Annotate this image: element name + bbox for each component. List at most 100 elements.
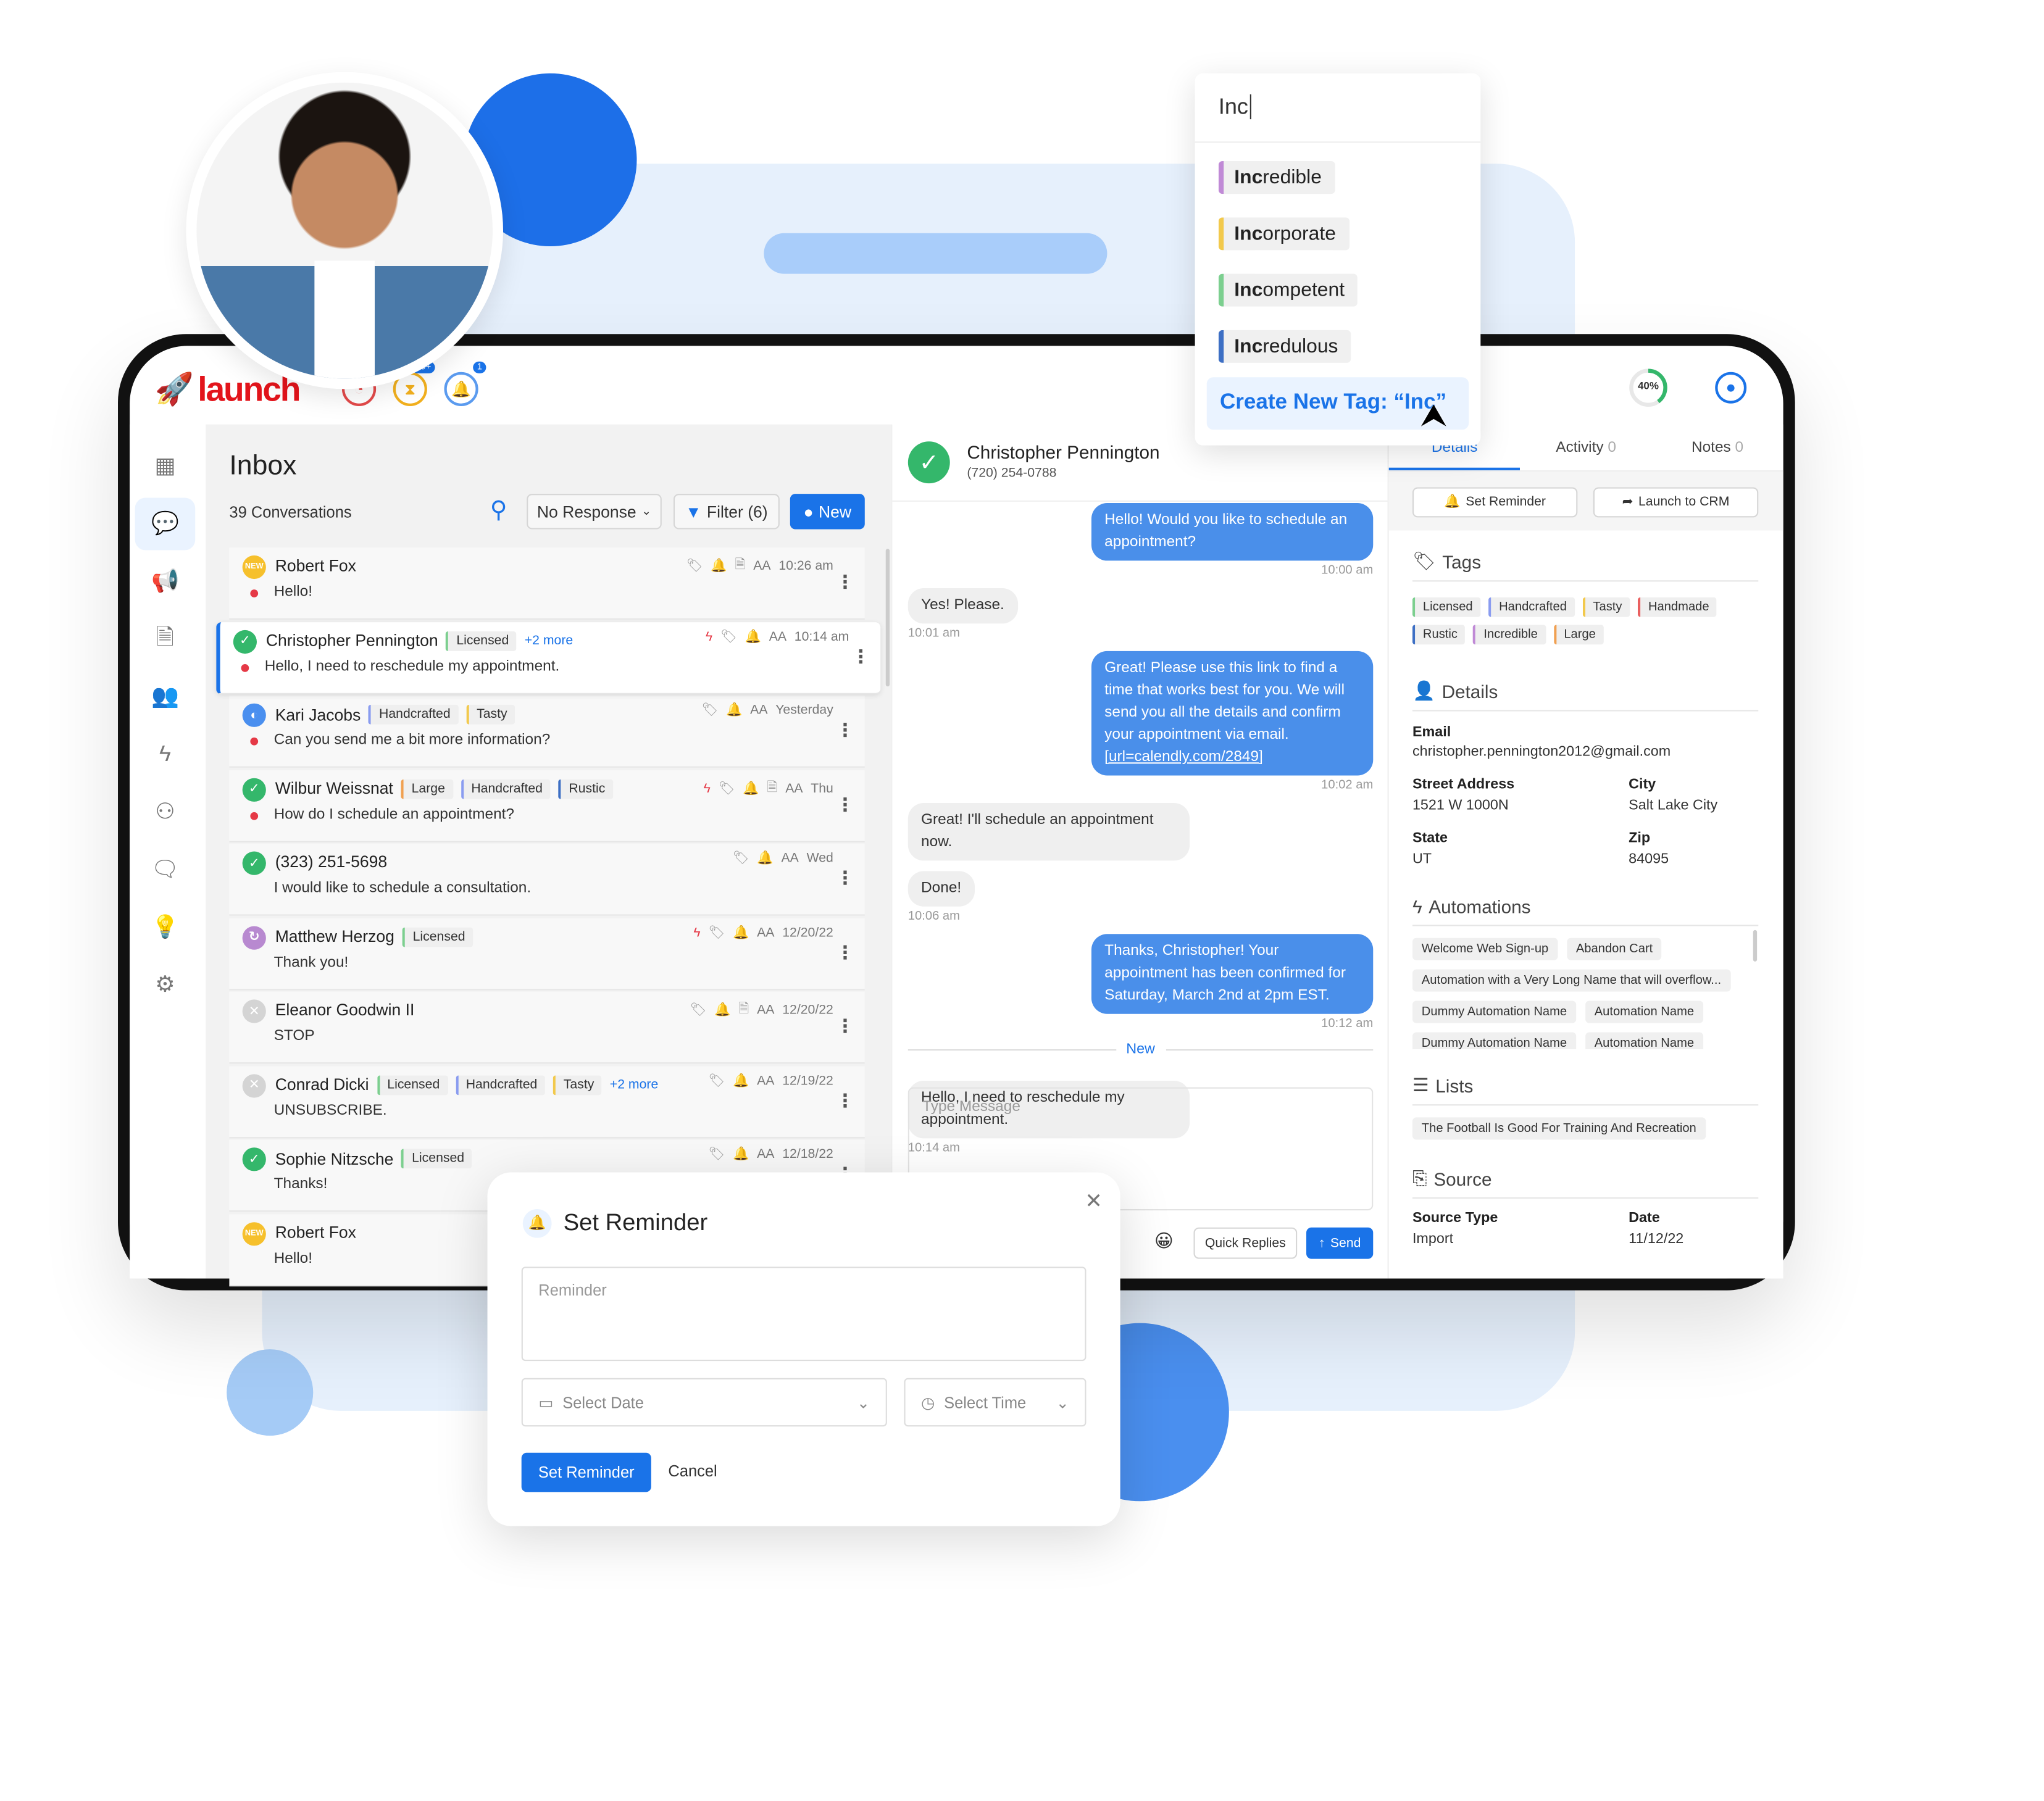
contact-name: Sophie Nitzsche — [275, 1149, 394, 1168]
tab-notes[interactable]: Notes 0 — [1652, 425, 1783, 470]
lightbulb-icon[interactable]: 💡 — [135, 901, 196, 954]
list-chip[interactable]: The Football Is Good For Training And Re… — [1412, 1117, 1706, 1140]
more-options-icon[interactable]: ⋮ — [836, 1089, 854, 1112]
emoji-icon[interactable]: 😀 — [1154, 1230, 1174, 1252]
quick-replies-button[interactable]: Quick Replies — [1193, 1227, 1298, 1259]
source-icon: ⎘ — [1412, 1167, 1427, 1189]
tag-icon: 🏷 — [732, 851, 749, 866]
document-icon[interactable]: 🗎 — [135, 613, 196, 665]
more-options-icon[interactable]: ⋮ — [836, 941, 854, 963]
conversation-row[interactable]: ✓ Wilbur Weissnat Large Handcrafted Rustic Ho… — [229, 769, 865, 842]
conversation-row[interactable]: NEW Robert Fox Hello! 🏷 🔔 🗎 AA 10:26 am ⋮ — [229, 547, 865, 620]
conversation-time: Thu — [811, 781, 833, 796]
contact-name: Christopher Pennington — [265, 631, 438, 650]
status-filter-select[interactable]: No Response ⌄ — [527, 494, 662, 530]
new-conversation-button[interactable]: ● New — [790, 494, 865, 530]
tag-chip[interactable]: Licensed — [1412, 597, 1481, 617]
tag-option[interactable]: Incompetent — [1218, 273, 1358, 307]
more-options-icon[interactable]: ⋮ — [836, 719, 854, 741]
settings-icon[interactable]: ⚙ — [135, 959, 196, 1012]
divider-label: New — [1126, 1041, 1155, 1057]
search-icon[interactable]: ⚲ — [490, 496, 507, 524]
automation-chip[interactable]: Welcome Web Sign-up — [1412, 938, 1558, 960]
email-value[interactable]: christopher.pennington2012@gmail.com — [1412, 744, 1671, 760]
scrollbar[interactable] — [1753, 930, 1758, 962]
more-options-icon[interactable]: ⋮ — [836, 867, 854, 889]
more-options-icon[interactable]: ⋮ — [836, 793, 854, 815]
tab-activity[interactable]: Activity 0 — [1520, 425, 1652, 470]
user-profile-icon[interactable]: ● — [1715, 372, 1747, 404]
automation-chip[interactable]: Dummy Automation Name — [1412, 1000, 1576, 1023]
tag-chip[interactable]: Large — [1553, 625, 1604, 645]
conversation-row[interactable]: ✕ Eleanor Goodwin II STOP 🏷 🔔 🗎 AA 12/20/22 ⋮ — [229, 991, 865, 1064]
message-text: Done! — [921, 880, 962, 896]
message-link[interactable]: [url=calendly.com/2849] — [1104, 749, 1263, 765]
tag-chip[interactable]: Handcrafted — [1488, 597, 1575, 617]
tag-chip[interactable]: Incredible — [1473, 625, 1546, 645]
conversation-row[interactable]: ✕ Conrad Dicki Licensed Handcrafted Tasty +2 … — [229, 1065, 865, 1138]
conversation-row[interactable]: ✓ (323) 251-5698 I would like to schedule … — [229, 843, 865, 916]
option-rest: redulous — [1262, 335, 1338, 358]
lightning-icon: ϟ — [705, 629, 713, 644]
logo[interactable]: 🚀 launch — [154, 370, 301, 410]
cancel-button[interactable]: Cancel — [668, 1462, 717, 1481]
tag-option[interactable]: Incredible — [1218, 161, 1335, 194]
set-reminder-button[interactable]: 🔔 Set Reminder — [1412, 487, 1578, 518]
conversation-time: 12/19/22 — [782, 1073, 833, 1088]
document-icon: 🗎 — [738, 1002, 749, 1017]
send-button[interactable]: ↑ Send — [1306, 1227, 1374, 1259]
time-select[interactable]: ◷ Select Time ⌄ — [904, 1378, 1087, 1427]
more-tags-link[interactable]: +2 more — [610, 1078, 658, 1092]
conversation-row[interactable]: ↻ Matthew Herzog Licensed Thank you! ϟ 🏷 🔔 AA 12… — [229, 917, 865, 990]
org-chart-icon[interactable]: ⚇ — [135, 786, 196, 838]
more-options-icon[interactable]: ⋮ — [836, 571, 854, 593]
automation-chip[interactable]: Automation Name — [1585, 1032, 1703, 1050]
automation-chip[interactable]: Automation with a Very Long Name that wi… — [1412, 969, 1730, 992]
filter-button[interactable]: ▼ Filter (6) — [673, 494, 780, 530]
tag-search-input[interactable]: Inc — [1195, 73, 1481, 143]
automation-chip[interactable]: Automation Name — [1585, 1000, 1703, 1023]
date-select[interactable]: ▭ Select Date ⌄ — [521, 1378, 887, 1427]
conversation-row[interactable]: ◐ Kari Jacobs Handcrafted Tasty Can you send… — [229, 695, 865, 768]
chevron-down-icon: ⌄ — [641, 504, 652, 518]
scrollbar[interactable] — [885, 549, 890, 687]
match-text: Inc — [1234, 335, 1263, 358]
launch-crm-button[interactable]: ➦ Launch to CRM — [1593, 487, 1759, 518]
reminder-input[interactable]: Reminder — [521, 1267, 1087, 1362]
tag-option[interactable]: Incredulous — [1218, 330, 1351, 363]
lightning-icon[interactable]: ϟ — [135, 728, 196, 781]
bell-icon: 🔔 — [743, 781, 759, 796]
conversation-header: Wilbur Weissnat Large Handcrafted Rustic — [275, 778, 614, 799]
close-icon[interactable]: ✕ — [1085, 1188, 1102, 1214]
sidebar: ▦ 💬 📢 🗎 👥 ϟ ⚇ 🗨 💡 ⚙ — [130, 424, 206, 1279]
automation-chip[interactable]: Dummy Automation Name — [1412, 1032, 1576, 1050]
automation-chip[interactable]: Abandon Cart — [1566, 938, 1662, 960]
bell-icon: 🔔 — [522, 1208, 552, 1238]
more-options-icon[interactable]: ⋮ — [836, 1015, 854, 1038]
message-bubble: Great! I'll schedule an appointment now. — [907, 803, 1190, 861]
tag-chip[interactable]: Rustic — [1412, 625, 1466, 645]
tag-chip[interactable]: Handmade — [1637, 597, 1717, 617]
chevron-down-icon: ⌄ — [856, 1393, 870, 1412]
tag-chip[interactable]: Tasty — [1582, 597, 1630, 617]
contacts-icon[interactable]: 👥 — [135, 671, 196, 723]
more-tags-link[interactable]: +2 more — [525, 633, 573, 647]
chat-icon[interactable]: 💬 — [135, 497, 196, 551]
set-reminder-submit-button[interactable]: Set Reminder — [521, 1452, 651, 1492]
message-time: 10:00 am — [1321, 563, 1374, 578]
match-text: Inc — [1234, 279, 1263, 302]
stage: 🚀launch ◔⧗99+🔔1 40% ● ▦💬📢🗎👥ϟ⚇🗨💡⚙ Inbox 3… — [0, 0, 2044, 1801]
dashboard-icon[interactable]: ▦ — [135, 440, 196, 493]
bell-icon[interactable]: 🔔 1 — [444, 361, 486, 406]
support-chat-icon[interactable]: 🗨 — [135, 844, 196, 896]
tag-option[interactable]: Incorporate — [1218, 217, 1349, 251]
lists-section-header: ☰ Lists — [1412, 1074, 1759, 1106]
status-closed-icon: ✕ — [242, 999, 266, 1023]
message-preview: Can you send me a bit more information? — [273, 732, 551, 748]
conversation-meta: 🏷 🔔 AA 12/19/22 — [708, 1073, 833, 1088]
more-options-icon[interactable]: ⋮ — [852, 645, 870, 667]
tag-chip: Tasty — [553, 1075, 603, 1095]
conversation-meta: 🏷 🔔 🗎 AA 10:26 am — [686, 555, 833, 578]
megaphone-icon[interactable]: 📢 — [135, 555, 196, 608]
conversation-row[interactable]: ✓ Christopher Pennington Licensed +2 more He… — [216, 622, 881, 694]
